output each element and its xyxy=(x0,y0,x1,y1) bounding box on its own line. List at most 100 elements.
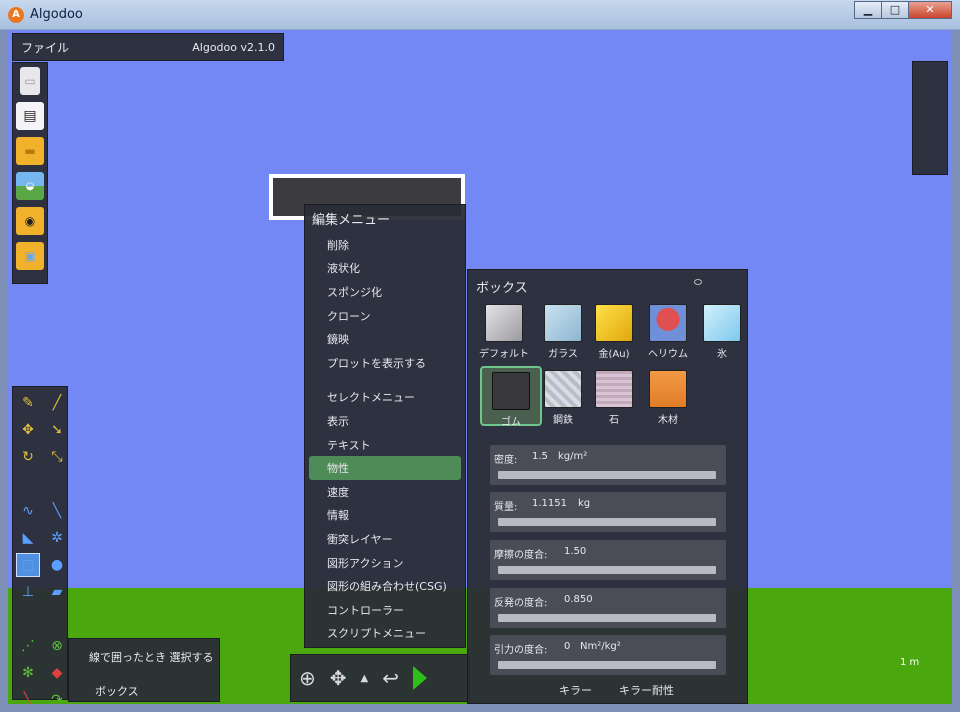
menu-item-select-menu[interactable]: セレクトメニュー xyxy=(305,386,465,410)
material-label: 木材 xyxy=(658,415,678,426)
material-label: 鋼鉄 xyxy=(553,415,573,426)
collapse-icon[interactable]: ▲ xyxy=(361,673,369,684)
material-panel-title: ボックス xyxy=(476,281,528,296)
play-icon[interactable] xyxy=(413,666,427,690)
hinge-tool-icon[interactable]: ✻ xyxy=(16,661,40,685)
menu-item-appearance[interactable]: 表示 xyxy=(305,409,465,433)
mass-value[interactable]: 1.1151 xyxy=(532,498,567,509)
toolbar-icon[interactable]: ▤ xyxy=(16,102,44,130)
maximize-button[interactable]: □ xyxy=(881,1,909,19)
attraction-slider[interactable]: 引力の度合: 0 Nm²/kg² xyxy=(490,635,726,675)
menu-item-material[interactable]: 物性 xyxy=(309,456,461,480)
thruster-tool-icon[interactable]: ↷ xyxy=(45,688,69,704)
undo-icon[interactable]: ↩ xyxy=(382,666,399,690)
new-scene-icon[interactable]: ▭ xyxy=(20,67,40,95)
box-tool-icon[interactable]: ▢ xyxy=(16,553,40,577)
material-stone[interactable]: 石 xyxy=(583,370,645,426)
slider-track[interactable] xyxy=(498,661,716,669)
rope-tool-icon[interactable]: ∿ xyxy=(16,499,40,523)
menu-item-sponge[interactable]: スポンジ化 xyxy=(305,280,465,304)
menu-item-clone[interactable]: クローン xyxy=(305,304,465,328)
close-button[interactable]: ✕ xyxy=(908,1,952,19)
circle-tool-icon[interactable]: ● xyxy=(45,553,69,577)
zoom-icon[interactable]: ⊕ xyxy=(299,666,316,690)
property-label: 摩擦の度合: xyxy=(494,550,548,561)
menu-item-script-menu[interactable]: スクリプトメニュー xyxy=(305,622,465,646)
restitution-slider[interactable]: 反発の度合: 0.850 xyxy=(490,588,726,628)
file-toolbar: ▭ ▤ ▬ ◒ ◉ ▣ xyxy=(12,62,48,284)
menu-item-geometry-actions[interactable]: 図形アクション xyxy=(305,551,465,575)
open-scene-icon[interactable]: ◒ xyxy=(16,172,44,200)
menu-item-csg[interactable]: 図形の組み合わせ(CSG) xyxy=(305,574,465,598)
material-helium[interactable]: ヘリウム xyxy=(637,304,699,360)
edit-menu: 編集メニュー 削除 液状化 スポンジ化 クローン 鏡映 プロットを表示する セレ… xyxy=(304,204,466,648)
file-menu[interactable]: ファイル xyxy=(21,39,69,56)
killer-checkbox[interactable]: キラー xyxy=(559,682,592,698)
menu-item-liquify[interactable]: 液状化 xyxy=(305,257,465,281)
open-folder-icon[interactable]: ▬ xyxy=(16,137,44,165)
property-label: 引力の度合: xyxy=(494,645,548,656)
material-gold[interactable]: 金(Au) xyxy=(583,304,645,360)
window-titlebar[interactable]: A Algodoo ▁ □ ✕ xyxy=(0,0,960,30)
rotate-tool-icon[interactable]: ↻ xyxy=(16,445,40,469)
menu-item-collision-layers[interactable]: 衝突レイヤー xyxy=(305,527,465,551)
material-default[interactable]: デフォルト xyxy=(473,304,535,360)
window-title: Algodoo xyxy=(30,7,83,22)
menu-item-mirror[interactable]: 鏡映 xyxy=(305,327,465,351)
chain-tool-icon[interactable]: ▰ xyxy=(45,580,69,604)
brush-tool-icon[interactable]: ╱ xyxy=(45,391,69,415)
slider-track[interactable] xyxy=(498,566,716,574)
gear-tool-icon[interactable]: ✲ xyxy=(45,526,69,550)
tracer-tool-icon[interactable]: ◆ xyxy=(45,661,69,685)
material-wood[interactable]: 木材 xyxy=(637,370,699,426)
friction-slider[interactable]: 摩擦の度合: 1.50 xyxy=(490,540,726,580)
mass-slider[interactable]: 質量: 1.1151 kg xyxy=(490,492,726,532)
density-value[interactable]: 1.5 xyxy=(532,451,548,462)
minimize-button[interactable]: ▁ xyxy=(854,1,882,19)
pan-icon[interactable]: ✥ xyxy=(330,666,347,690)
scenes-folder-icon[interactable]: ◉ xyxy=(16,207,44,235)
killer-resist-checkbox[interactable]: キラー耐性 xyxy=(619,682,674,698)
menu-item-velocity[interactable]: 速度 xyxy=(305,480,465,504)
menu-item-text[interactable]: テキスト xyxy=(305,433,465,457)
attraction-value[interactable]: 0 xyxy=(564,641,570,652)
sketch-tool-icon[interactable]: ✎ xyxy=(16,391,40,415)
polygon-tool-icon[interactable]: ◣ xyxy=(16,526,40,550)
selection-status-panel: 線で囲ったとき 選択する ボックス xyxy=(68,638,220,702)
simulation-canvas[interactable]: 1 m ファイル Algodoo v2.1.0 ▭ ▤ ▬ ◒ ◉ ▣ ✎ ╱ … xyxy=(8,30,952,704)
image-folder-icon[interactable]: ▣ xyxy=(16,242,44,270)
material-swatch xyxy=(595,370,633,408)
plane-tool-icon[interactable]: ⊥ xyxy=(16,580,40,604)
menu-item-delete[interactable]: 削除 xyxy=(305,233,465,257)
knife-tool-icon[interactable]: ╲ xyxy=(45,499,69,523)
density-slider[interactable]: 密度: 1.5 kg/m² xyxy=(490,445,726,485)
property-label: 質量: xyxy=(494,502,518,513)
material-label: 氷 xyxy=(717,349,727,360)
select-mode-label[interactable]: 線で囲ったとき 選択する xyxy=(89,649,214,665)
material-swatch xyxy=(703,304,741,342)
friction-value[interactable]: 1.50 xyxy=(564,546,586,557)
menu-item-show-plot[interactable]: プロットを表示する xyxy=(305,351,465,375)
material-swatch xyxy=(649,370,687,408)
material-label: ゴム xyxy=(501,417,521,428)
slider-track[interactable] xyxy=(498,518,716,526)
move-tool-icon[interactable]: ✥ xyxy=(16,418,40,442)
menu-item-controller[interactable]: コントローラー xyxy=(305,598,465,622)
material-swatch xyxy=(544,370,582,408)
scale-tool-icon[interactable]: ⤡ xyxy=(45,445,69,469)
material-ice[interactable]: 氷 xyxy=(691,304,753,360)
spring-tool-icon[interactable]: ⋰ xyxy=(16,634,40,658)
scale-label: 1 m xyxy=(900,657,920,668)
edit-menu-title: 編集メニュー xyxy=(312,213,391,228)
visibility-icon[interactable] xyxy=(694,279,702,285)
menu-item-information[interactable]: 情報 xyxy=(305,504,465,528)
mass-unit: kg xyxy=(578,498,591,509)
restitution-value[interactable]: 0.850 xyxy=(564,594,593,605)
material-label: デフォルト xyxy=(479,349,529,360)
drag-tool-icon[interactable]: ➘ xyxy=(45,418,69,442)
fixate-tool-icon[interactable]: ⊗ xyxy=(45,634,69,658)
laser-tool-icon[interactable]: ╲ xyxy=(16,688,40,704)
material-label: 金(Au) xyxy=(598,349,630,360)
slider-track[interactable] xyxy=(498,614,716,622)
slider-track[interactable] xyxy=(498,471,716,479)
